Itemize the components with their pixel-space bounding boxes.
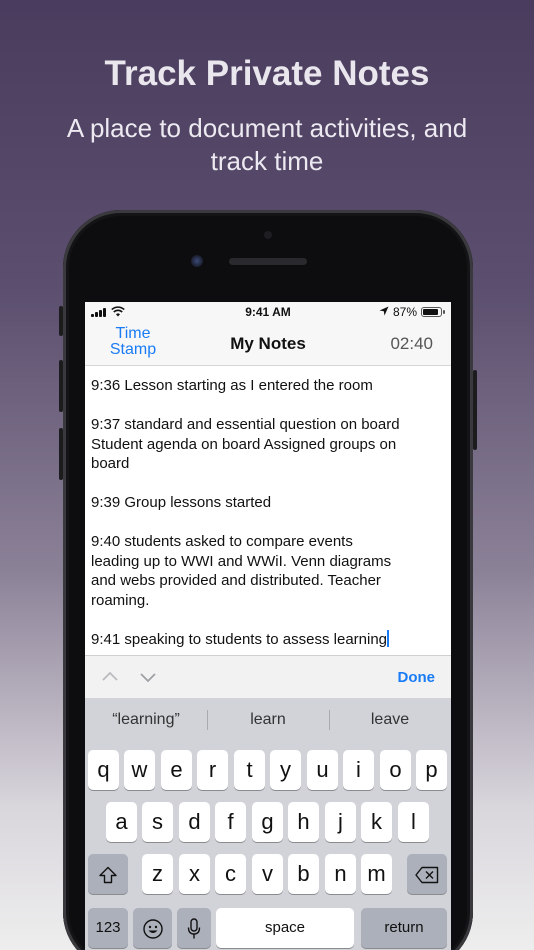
volume-down-button (59, 428, 63, 480)
note-line: and webs provided and distributed. Teach… (91, 572, 381, 589)
note-line: 9:37 standard and essential question on … (91, 416, 400, 433)
key-k[interactable]: k (361, 802, 392, 842)
microphone-icon (187, 918, 201, 939)
key-h[interactable]: h (288, 802, 319, 842)
note-line: 9:39 Group lessons started (91, 494, 272, 511)
note-line-text: 9:41 speaking to students to assess lear… (91, 630, 388, 648)
dictation-key[interactable] (177, 908, 211, 948)
note-line-current: 9:41 speaking to students to assess lear… (91, 629, 431, 650)
key-m[interactable]: m (361, 854, 392, 894)
key-e[interactable]: e (161, 750, 192, 790)
emoji-icon (142, 919, 163, 939)
key-z[interactable]: z (142, 854, 173, 894)
note-line: board (91, 455, 130, 472)
key-x[interactable]: x (179, 854, 210, 894)
key-i[interactable]: i (343, 750, 374, 790)
phone-screen: 9:41 AM 87% Time Stamp My Notes 02:40 9:… (85, 302, 451, 950)
chevron-up-icon[interactable] (101, 668, 119, 686)
key-j[interactable]: j (325, 802, 356, 842)
delete-key[interactable] (407, 854, 447, 894)
notes-text-area[interactable]: 9:36 Lesson starting as I entered the ro… (91, 376, 431, 649)
note-line: 9:36 Lesson starting as I entered the ro… (91, 377, 373, 394)
key-v[interactable]: v (252, 854, 283, 894)
suggestion-bar: “learning” learn leave (85, 698, 451, 742)
shift-key[interactable] (88, 854, 128, 894)
chevron-down-icon[interactable] (139, 668, 157, 686)
key-c[interactable]: c (215, 854, 246, 894)
shift-arrow-icon (99, 866, 117, 884)
key-d[interactable]: d (179, 802, 210, 842)
key-r[interactable]: r (197, 750, 228, 790)
note-line: Student agenda on board Assigned groups … (91, 435, 397, 453)
key-t[interactable]: t (234, 750, 265, 790)
note-line: 9:40 students asked to compare events (91, 533, 353, 550)
battery-percent: 87% (393, 305, 418, 319)
status-bar: 9:41 AM 87% (85, 302, 451, 322)
suggestion-2[interactable]: learn (207, 698, 329, 742)
key-l[interactable]: l (398, 802, 429, 842)
note-line: roaming. (91, 591, 150, 609)
keyboard: “learning” learn leave q w e r t y u i o… (85, 698, 451, 950)
phone-frame: 9:41 AM 87% Time Stamp My Notes 02:40 9:… (59, 210, 477, 950)
battery-icon (421, 307, 445, 317)
emoji-key[interactable] (133, 908, 172, 948)
earpiece-speaker (229, 258, 307, 265)
volume-up-button (59, 360, 63, 412)
location-arrow-icon (379, 306, 389, 316)
note-line (91, 474, 431, 494)
key-g[interactable]: g (252, 802, 283, 842)
mute-switch (59, 306, 63, 336)
key-s[interactable]: s (142, 802, 173, 842)
key-y[interactable]: y (270, 750, 301, 790)
key-a[interactable]: a (106, 802, 137, 842)
key-f[interactable]: f (215, 802, 246, 842)
key-o[interactable]: o (380, 750, 411, 790)
proximity-sensor (264, 231, 272, 239)
front-camera (191, 255, 203, 267)
backspace-icon (415, 866, 439, 884)
key-b[interactable]: b (288, 854, 319, 894)
suggestion-3[interactable]: leave (329, 698, 451, 742)
key-w[interactable]: w (124, 750, 155, 790)
promo-title: Track Private Notes (104, 54, 430, 93)
numbers-key[interactable]: 123 (88, 908, 128, 948)
note-line (91, 396, 431, 416)
key-q[interactable]: q (88, 750, 119, 790)
suggestion-1[interactable]: “learning” (85, 698, 207, 742)
note-line: leading up to WWI and WWiI. Venn diagram… (91, 552, 392, 570)
note-line (91, 610, 431, 630)
text-cursor (387, 629, 390, 647)
key-n[interactable]: n (325, 854, 356, 894)
key-p[interactable]: p (416, 750, 447, 790)
note-line (91, 513, 431, 533)
space-key[interactable]: space (216, 908, 354, 948)
promo-subtitle: A place to document activities, and trac… (66, 113, 468, 176)
power-button (473, 370, 477, 450)
done-button[interactable]: Done (398, 669, 436, 686)
elapsed-timer: 02:40 (390, 334, 433, 353)
return-key[interactable]: return (361, 908, 447, 948)
navigation-bar: Time Stamp My Notes 02:40 (85, 322, 451, 366)
key-u[interactable]: u (307, 750, 338, 790)
keyboard-accessory-bar: Done (85, 655, 451, 698)
